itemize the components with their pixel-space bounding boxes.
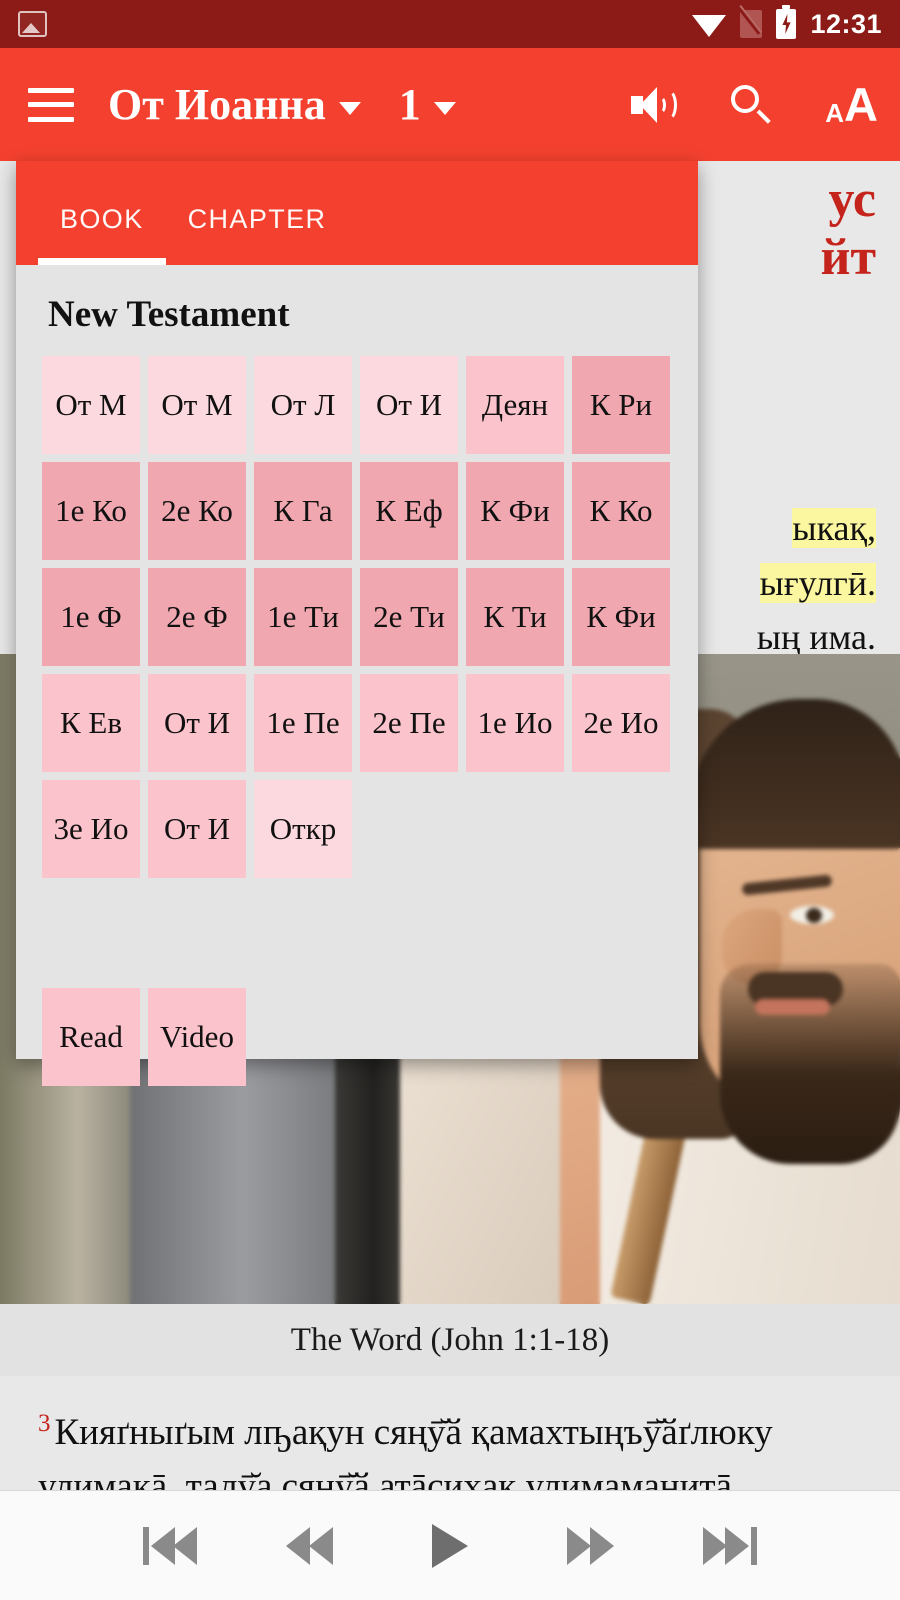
photo-icon xyxy=(18,11,47,37)
book-cell[interactable]: От Л xyxy=(254,356,352,454)
skip-next-button[interactable] xyxy=(701,1518,763,1574)
book-cell[interactable]: Откр xyxy=(254,780,352,878)
highlighted-text-line-1: ыкақ, xyxy=(792,508,876,548)
book-grid: От М От М От Л От И Деян К Ри 1е Ко 2е Ко К Га К … xyxy=(42,356,672,878)
tab-book[interactable]: BOOK xyxy=(38,204,166,265)
book-cell[interactable]: 1е Ко xyxy=(42,462,140,560)
audio-player-bar xyxy=(0,1490,900,1600)
book-selector-label[interactable]: От Иоанна xyxy=(108,79,326,130)
book-cell[interactable]: 1е Ф xyxy=(42,568,140,666)
book-cell[interactable]: От И xyxy=(148,780,246,878)
speaker-icon xyxy=(631,85,678,125)
testament-heading: New Testament xyxy=(48,294,290,335)
book-cell[interactable]: 1е Ти xyxy=(254,568,352,666)
book-picker-tabs: BOOK CHAPTER xyxy=(16,161,698,265)
font-size-icon: AA xyxy=(825,77,878,131)
book-action-grid: Read Video xyxy=(42,988,672,1086)
status-bar: 12:31 xyxy=(0,0,900,48)
book-cell[interactable]: 2е Ио xyxy=(572,674,670,772)
battery-charging-icon xyxy=(776,5,797,39)
app-root: 12:31 От Иоанна 1 AA ус йт ыкақ, ығулгӣ.… xyxy=(0,0,900,1600)
book-cell[interactable]: 1е Пе xyxy=(254,674,352,772)
book-cell[interactable]: От И xyxy=(360,356,458,454)
book-cell[interactable]: 2е Ко xyxy=(148,462,246,560)
book-cell[interactable]: К Ри xyxy=(572,356,670,454)
chapter-selector-label[interactable]: 1 xyxy=(399,79,421,130)
search-icon xyxy=(729,83,773,127)
book-cell[interactable]: К Ко xyxy=(572,462,670,560)
text-size-button[interactable]: AA xyxy=(825,77,878,131)
play-button[interactable] xyxy=(419,1518,481,1574)
intro-text-line-3: ың има. xyxy=(756,617,876,658)
app-bar: От Иоанна 1 AA xyxy=(0,48,900,161)
no-sim-icon xyxy=(737,6,763,38)
book-cell[interactable]: 1е Ио xyxy=(466,674,564,772)
rewind-button[interactable] xyxy=(278,1518,340,1574)
book-cell[interactable]: 2е Ти xyxy=(360,568,458,666)
status-bar-clock: 12:31 xyxy=(810,8,882,39)
book-cell[interactable]: К Ев xyxy=(42,674,140,772)
hamburger-menu-icon[interactable] xyxy=(28,87,74,122)
tab-chapter[interactable]: CHAPTER xyxy=(166,204,349,265)
wifi-icon xyxy=(692,11,727,37)
highlighted-text-line-2: ығулгӣ. xyxy=(759,562,876,603)
chapter-caret-down-icon[interactable] xyxy=(433,102,456,115)
book-cell[interactable]: К Фи xyxy=(466,462,564,560)
app-bar-actions: AA xyxy=(631,77,878,131)
skip-previous-button[interactable] xyxy=(137,1518,199,1574)
book-cell[interactable]: Деян xyxy=(466,356,564,454)
book-action-read[interactable]: Read xyxy=(42,988,140,1086)
book-cell[interactable]: 3е Ио xyxy=(42,780,140,878)
search-button[interactable] xyxy=(729,83,773,127)
book-cell[interactable]: 2е Ф xyxy=(148,568,246,666)
book-cell[interactable]: К Га xyxy=(254,462,352,560)
book-cell[interactable]: К Ти xyxy=(466,568,564,666)
fast-forward-button[interactable] xyxy=(560,1518,622,1574)
book-picker-panel: BOOK CHAPTER New Testament От М От М От ЛО… xyxy=(16,161,698,1086)
book-action-video[interactable]: Video xyxy=(148,988,246,1086)
book-picker-body: New Testament От М От М От Л От И Деян К Ри 1е… xyxy=(16,265,698,1086)
book-caret-down-icon[interactable] xyxy=(338,102,361,115)
verse-number: 3 xyxy=(38,1410,51,1437)
book-cell[interactable]: К Еф xyxy=(360,462,458,560)
status-bar-left xyxy=(18,11,47,37)
book-cell[interactable]: К Фи xyxy=(572,568,670,666)
book-cell[interactable]: 2е Пе xyxy=(360,674,458,772)
book-cell[interactable]: От М xyxy=(42,356,140,454)
audio-button[interactable] xyxy=(631,85,678,125)
status-bar-right: 12:31 xyxy=(692,5,882,40)
illustration-caption: The Word (John 1:1-18) xyxy=(0,1304,900,1376)
book-cell[interactable]: От М xyxy=(148,356,246,454)
book-cell[interactable]: От И xyxy=(148,674,246,772)
